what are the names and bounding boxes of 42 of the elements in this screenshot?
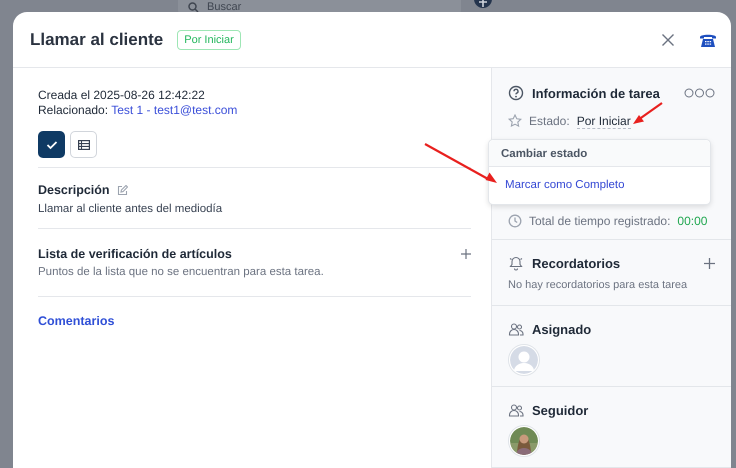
add-icon[interactable] bbox=[473, 0, 493, 11]
section-title: Asignado bbox=[532, 322, 592, 336]
table-view-button[interactable] bbox=[70, 131, 97, 158]
edit-icon[interactable] bbox=[116, 184, 128, 196]
search-placeholder: Buscar bbox=[207, 1, 242, 13]
created-date: Creada el 2025-08-26 12:42:22 bbox=[38, 88, 206, 103]
more-options-icon[interactable] bbox=[684, 88, 715, 98]
section-title: Seguidor bbox=[532, 402, 588, 418]
section-title: Lista de verificación de artículos bbox=[38, 247, 232, 261]
section-title: Descripción bbox=[38, 183, 110, 197]
checklist-view-button[interactable] bbox=[38, 131, 65, 158]
users-icon bbox=[508, 402, 524, 418]
section-title: Información de tarea bbox=[532, 86, 660, 100]
clock-icon bbox=[508, 214, 522, 228]
check-icon bbox=[46, 140, 58, 150]
search-icon bbox=[188, 2, 199, 12]
description-text: Llamar al cliente antes del mediodía bbox=[38, 203, 224, 215]
table-icon bbox=[78, 140, 90, 150]
user-avatar bbox=[508, 425, 540, 457]
close-icon[interactable] bbox=[661, 32, 675, 46]
status-label: Estado: bbox=[529, 114, 570, 128]
help-icon bbox=[508, 85, 524, 101]
star-icon bbox=[508, 114, 522, 128]
empty-message: No hay recordatorios para esta tarea bbox=[508, 279, 688, 291]
status-badge: Por Iniciar bbox=[177, 30, 241, 50]
menu-item[interactable]: Marcar como Completo bbox=[489, 167, 641, 204]
section-title: Recordatorios bbox=[532, 256, 620, 270]
modal-title: Llamar al cliente bbox=[30, 30, 164, 50]
add-icon[interactable] bbox=[704, 258, 715, 268]
users-icon bbox=[508, 321, 524, 337]
status-value[interactable]: Por Iniciar bbox=[576, 114, 631, 128]
time-value: 00:00 bbox=[677, 214, 708, 228]
time-label: Total de tiempo registrado: bbox=[529, 214, 670, 228]
empty-message: Puntos de la lista que no se encuentran para esta tarea. bbox=[38, 266, 325, 278]
user-avatar bbox=[508, 344, 540, 376]
add-icon[interactable] bbox=[461, 249, 471, 259]
bell-icon bbox=[508, 255, 524, 271]
comments-link[interactable]: Comentarios bbox=[38, 314, 114, 328]
related-label: Relacionado: bbox=[38, 103, 108, 117]
annotation-arrow bbox=[632, 101, 664, 126]
menu-header: Cambiar estado bbox=[489, 140, 710, 167]
related-link[interactable]: Test 1 - test1@test.com bbox=[111, 103, 238, 117]
